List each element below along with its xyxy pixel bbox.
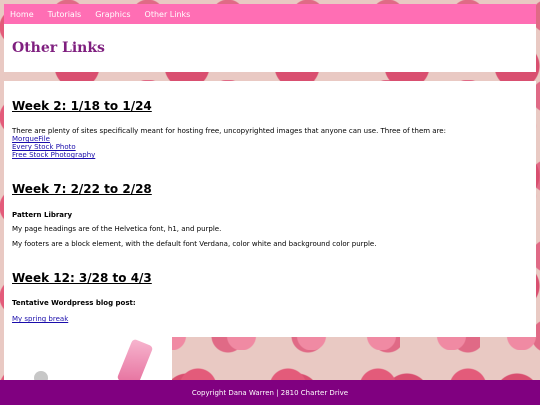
pattern-library-line-2: My footers are a block element, with the… — [12, 240, 377, 248]
pattern-library-line-1: My page headings are of the Helvetica fo… — [12, 225, 222, 233]
decorative-photo — [4, 337, 172, 380]
nav-link-home[interactable]: Home — [10, 10, 34, 19]
section-heading-week12: Week 12: 3/28 to 4/3 — [12, 271, 152, 285]
nav-link-tutorials[interactable]: Tutorials — [48, 10, 82, 19]
footer-text: Copyright Dana Warren | 2810 Charter Dri… — [191, 388, 349, 397]
section-heading-week7: Week 7: 2/22 to 2/28 — [12, 182, 152, 196]
main-content: Week 2: 1/18 to 1/24 There are plenty of… — [4, 81, 536, 337]
pink-pencil-image — [116, 338, 154, 380]
top-nav-bar: Home Tutorials Graphics Other Links — [4, 4, 536, 24]
blog-post-label: Tentative Wordpress blog post: — [12, 299, 136, 307]
link-my-spring-break[interactable]: My spring break — [12, 315, 68, 323]
nav-link-other-links[interactable]: Other Links — [145, 10, 191, 19]
page-header: Other Links — [4, 24, 536, 72]
page-footer: Copyright Dana Warren | 2810 Charter Dri… — [0, 380, 540, 405]
page-title: Other Links — [12, 40, 105, 56]
section-heading-week2: Week 2: 1/18 to 1/24 — [12, 99, 152, 113]
link-every-stock-photo[interactable]: Every Stock Photo — [12, 143, 76, 151]
gray-shape-image — [34, 371, 48, 380]
pattern-library-title: Pattern Library — [12, 211, 73, 219]
link-morguefile[interactable]: MorgueFile — [12, 135, 50, 143]
link-free-stock-photography[interactable]: Free Stock Photography — [12, 151, 95, 159]
nav-link-graphics[interactable]: Graphics — [95, 10, 130, 19]
section-week2-intro: There are plenty of sites specifically m… — [12, 127, 446, 135]
